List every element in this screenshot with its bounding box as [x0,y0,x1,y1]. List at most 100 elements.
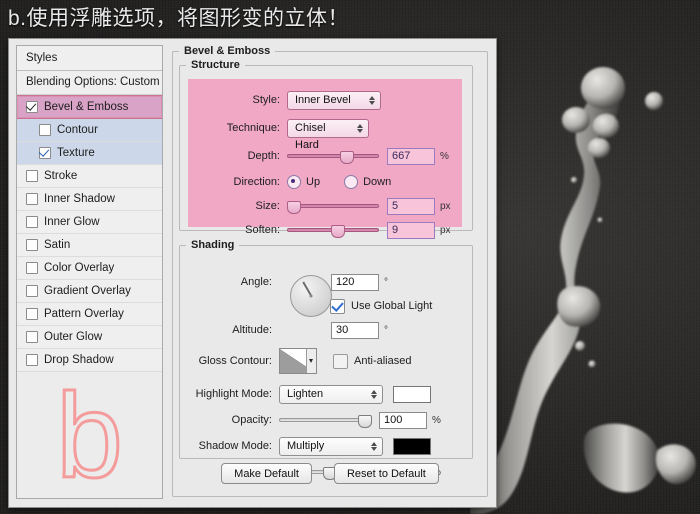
shadow-mode-value: Multiply [287,439,325,452]
depth-label: Depth: [247,150,280,162]
gloss-contour-picker[interactable] [279,348,317,374]
style-item-label: Texture [57,147,95,159]
radio-direction-down[interactable] [344,175,359,189]
style-item-label: Inner Glow [44,216,100,228]
bevel-emboss-legend: Bevel & Emboss [184,45,271,57]
depth-input[interactable]: 667 [387,147,435,165]
direction-label: Direction: [233,176,280,188]
style-label: Style: [252,94,280,106]
style-item-inner-glow[interactable]: Inner Glow [17,211,162,234]
style-item-pattern-overlay[interactable]: Pattern Overlay [17,303,162,326]
technique-label: Technique: [226,122,280,134]
highlight-mode-value: Lighten [287,387,324,400]
style-item-label: Pattern Overlay [44,308,124,320]
style-select-value: Inner Bevel [295,93,351,106]
highlight-opacity-input[interactable]: 100 [379,411,427,429]
dialog-button-row: Make Default Reset to Default [172,463,488,484]
style-item-inner-shadow[interactable]: Inner Shadow [17,188,162,211]
checkbox-inner-shadow[interactable] [26,193,38,205]
soften-label: Soften: [245,224,280,236]
checkbox-satin[interactable] [26,239,38,251]
shadow-mode-select[interactable]: Multiply [279,436,383,456]
style-item-label: Outer Glow [44,331,103,343]
checkbox-contour[interactable] [39,124,51,136]
shading-legend: Shading [191,239,235,251]
checkbox-gradient-overlay[interactable] [26,285,38,297]
size-unit: px [440,200,451,212]
depth-slider-track [287,154,379,158]
angle-input[interactable]: 120 [331,273,379,291]
preview-letter-glyph: b [55,368,125,503]
highlight-mode-select[interactable]: Lighten [279,384,383,404]
gloss-contour-dropdown-arrow-icon[interactable] [306,349,316,373]
direction-down-label: Down [363,176,392,188]
size-slider-knob[interactable] [287,201,301,214]
checkbox-color-overlay[interactable] [26,262,38,274]
highlight-mode-label: Highlight Mode: [195,388,272,400]
technique-select[interactable]: Chisel Hard [287,118,369,151]
highlight-color-swatch[interactable] [393,385,431,403]
style-item-label: Stroke [44,170,78,182]
angle-dial-center [309,294,313,298]
milk-splash-image [470,67,696,514]
checkbox-inner-glow[interactable] [26,216,38,228]
highlight-opacity-unit: % [432,414,441,426]
style-item-stroke[interactable]: Stroke [17,165,162,188]
style-item-outer-glow[interactable]: Outer Glow [17,326,162,349]
bevel-emboss-settings: Bevel & Emboss Structure Style: Inner Be… [172,45,488,497]
structure-group: Structure Style: Inner Bevel Technique: … [179,59,473,239]
reset-to-default-button[interactable]: Reset to Default [333,463,439,484]
checkbox-anti-aliased[interactable] [333,353,348,369]
altitude-label: Altitude: [232,324,272,336]
make-default-button[interactable]: Make Default [221,463,312,484]
style-select[interactable]: Inner Bevel [287,90,381,110]
size-slider[interactable] [287,199,379,214]
radio-direction-up[interactable] [287,175,301,189]
checkbox-drop-shadow[interactable] [26,354,38,366]
style-item-label: Inner Shadow [44,193,115,205]
checkbox-outer-glow[interactable] [26,331,38,343]
soften-unit: px [440,224,451,236]
size-input[interactable]: 5 [387,197,435,215]
shading-group: Shading Angle: 120 ° Use Global Light Al… [179,239,473,481]
style-item-satin[interactable]: Satin [17,234,162,257]
style-item-texture[interactable]: Texture [17,142,162,165]
checkbox-bevel-emboss[interactable] [26,101,38,113]
styles-panel: Styles Blending Options: Custom Bevel & … [16,45,163,499]
style-item-label: Gradient Overlay [44,285,131,297]
shadow-color-swatch[interactable] [393,437,431,455]
soften-slider-knob[interactable] [331,225,346,238]
style-item-label: Color Overlay [44,262,115,274]
depth-slider-knob[interactable] [340,151,355,164]
preview-letter-b: b [17,368,162,503]
soften-input[interactable]: 9 [387,221,435,239]
blending-options-row[interactable]: Blending Options: Custom [17,71,162,95]
size-label: Size: [255,200,280,212]
angle-unit: ° [384,276,388,288]
style-item-gradient-overlay[interactable]: Gradient Overlay [17,280,162,303]
altitude-input[interactable]: 30 [331,321,379,339]
anti-aliased-label: Anti-aliased [354,355,412,367]
depth-unit: % [440,150,449,162]
direction-up-label: Up [306,176,321,188]
checkbox-texture[interactable] [39,147,51,159]
depth-slider[interactable] [287,149,379,164]
shadow-mode-label: Shadow Mode: [198,440,272,452]
highlight-opacity-knob[interactable] [358,415,373,428]
style-item-label: Drop Shadow [44,354,114,366]
altitude-unit: ° [384,324,388,336]
style-item-label: Satin [44,239,71,251]
checkbox-use-global-light[interactable] [330,298,345,314]
structure-legend: Structure [191,59,240,71]
soften-slider[interactable] [287,223,379,238]
angle-label: Angle: [240,276,272,288]
style-item-label: Contour [57,124,98,136]
style-item-color-overlay[interactable]: Color Overlay [17,257,162,280]
style-item-contour[interactable]: Contour [17,119,162,142]
highlight-opacity-label: Opacity: [231,414,272,426]
style-item-bevel-emboss[interactable]: Bevel & Emboss [17,95,162,119]
checkbox-pattern-overlay[interactable] [26,308,38,320]
checkbox-stroke[interactable] [26,170,38,182]
highlight-opacity-slider[interactable] [279,413,373,428]
layer-style-dialog: Styles Blending Options: Custom Bevel & … [8,38,497,508]
